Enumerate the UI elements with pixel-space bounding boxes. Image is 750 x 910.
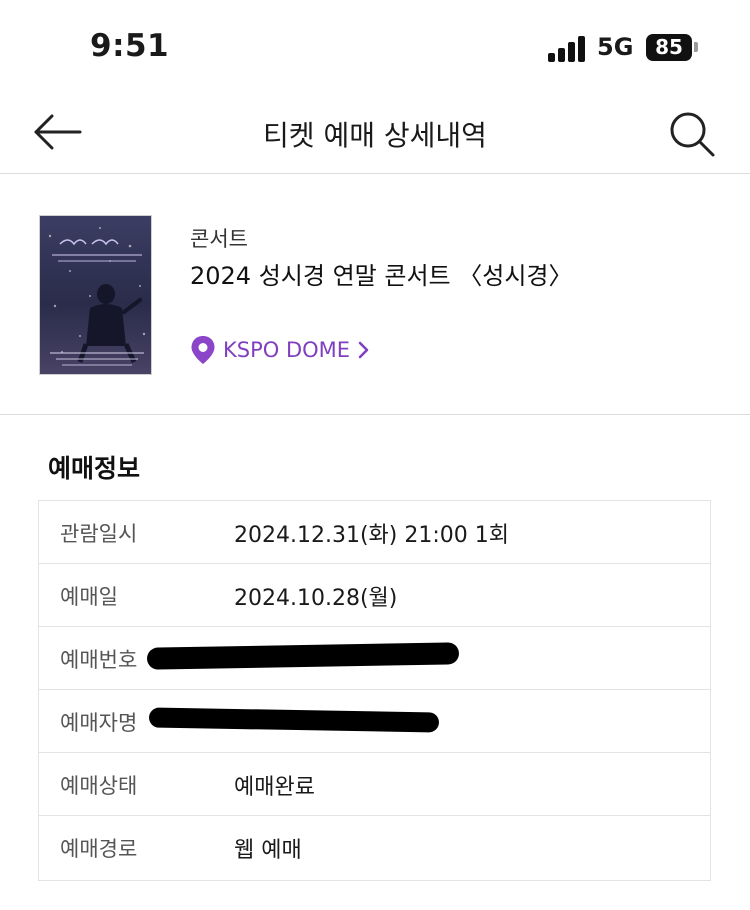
battery-tip [694, 42, 698, 52]
info-label: 관람일시 [60, 522, 138, 546]
nav-bar: 티켓 예매 상세내역 [0, 96, 750, 174]
info-row-booking-channel: 예매경로 웹 예매 [39, 816, 710, 880]
page-title: 티켓 예매 상세내역 [263, 119, 487, 152]
info-label: 예매경로 [60, 837, 138, 861]
event-summary: 콘서트 2024 성시경 연말 콘서트 〈성시경〉 KSPO DOME [0, 175, 750, 415]
status-time: 9:51 [90, 28, 170, 64]
info-label: 예매자명 [60, 711, 138, 735]
booking-info-heading: 예매정보 [48, 454, 141, 483]
info-label: 예매번호 [60, 648, 138, 672]
info-value: 웹 예매 [234, 838, 302, 863]
location-pin-icon [191, 336, 215, 364]
info-value: 2024.10.28(월) [234, 586, 398, 611]
chevron-right-icon [358, 341, 369, 359]
search-button[interactable] [666, 110, 718, 158]
cellular-signal-icon [548, 36, 588, 62]
booking-info-table: 관람일시 2024.12.31(화) 21:00 1회 예매일 2024.10.… [38, 500, 711, 881]
info-row-viewing-date: 관람일시 2024.12.31(화) 21:00 1회 [39, 501, 710, 564]
network-type: 5G [597, 33, 634, 61]
search-icon [670, 112, 715, 157]
info-row-booking-date: 예매일 2024.10.28(월) [39, 564, 710, 627]
status-bar: 9:51 5G 85 [0, 0, 750, 96]
info-row-booking-status: 예매상태 예매완료 [39, 753, 710, 816]
info-row-booker-name: 예매자명 [39, 690, 710, 753]
info-row-booking-number: 예매번호 [39, 627, 710, 690]
info-label: 예매일 [60, 585, 118, 609]
venue-name: KSPO DOME [223, 338, 351, 362]
redaction-mark [148, 707, 440, 733]
event-category: 콘서트 [190, 227, 248, 251]
event-poster[interactable] [39, 215, 152, 375]
battery-icon: 85 [646, 34, 692, 61]
venue-link[interactable]: KSPO DOME [190, 333, 370, 367]
info-value: 2024.12.31(화) 21:00 1회 [234, 523, 509, 548]
redaction-mark [146, 642, 460, 670]
poster-image [40, 216, 151, 374]
info-value: 예매완료 [234, 775, 315, 800]
info-label: 예매상태 [60, 774, 138, 798]
event-title: 2024 성시경 연말 콘서트 〈성시경〉 [190, 262, 573, 290]
